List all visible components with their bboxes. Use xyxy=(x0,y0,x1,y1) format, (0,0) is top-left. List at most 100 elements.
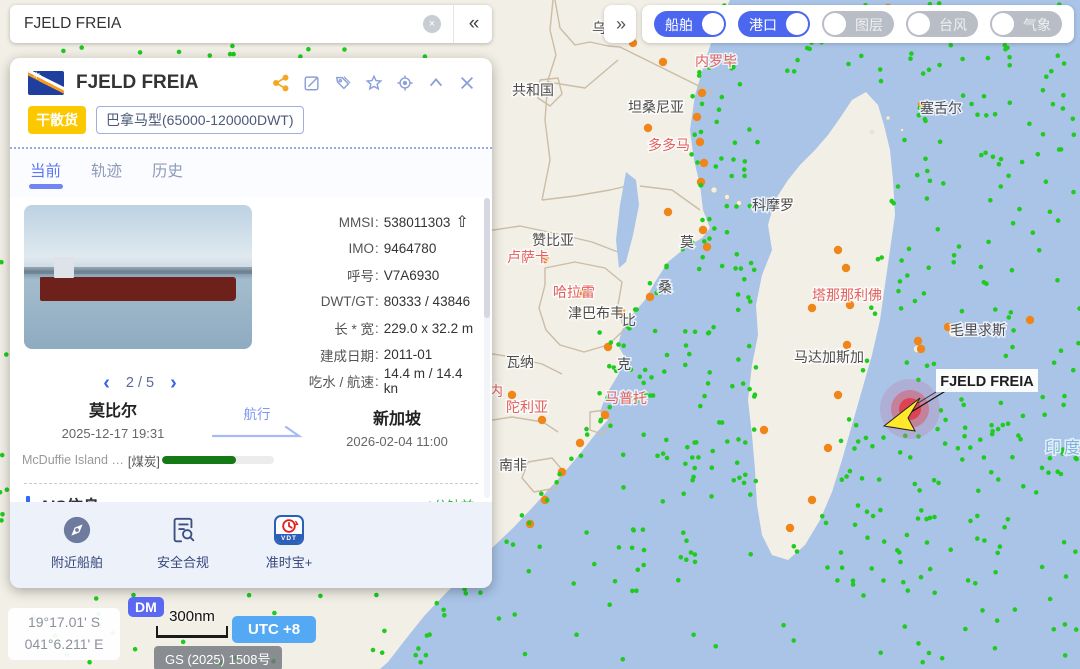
on-time-plus-button[interactable]: VDT 准时宝+ xyxy=(258,515,320,588)
safety-compliance-button[interactable]: 安全合规 xyxy=(152,515,214,588)
expand-toggles-icon[interactable]: » xyxy=(604,5,636,43)
ship-dot xyxy=(976,488,981,494)
panel-scrollbar[interactable] xyxy=(484,198,490,498)
ship-dot xyxy=(698,129,704,135)
ship-dot xyxy=(897,450,903,455)
ship-dot xyxy=(93,596,99,601)
ship-dot xyxy=(912,481,918,487)
coordinate-format-badge[interactable]: DM xyxy=(128,597,164,617)
ship-dot xyxy=(695,160,700,165)
close-icon[interactable] xyxy=(458,74,476,92)
ship-dot xyxy=(983,150,988,156)
timezone-button[interactable]: UTC +8 xyxy=(232,616,317,643)
ship-dot xyxy=(1061,93,1066,98)
ship-dot xyxy=(736,437,741,442)
tab-current[interactable]: 当前 xyxy=(30,159,61,185)
toggle-typhoon[interactable]: 台风 xyxy=(906,11,978,37)
photo-prev-icon[interactable]: ‹ xyxy=(103,373,110,393)
clear-search-icon[interactable]: × xyxy=(423,15,441,33)
ship-dot xyxy=(1007,100,1013,106)
ship-dot xyxy=(137,50,143,55)
ship-dot xyxy=(935,426,940,432)
marshall-islands-flag xyxy=(28,71,64,95)
ship-dot xyxy=(1047,596,1053,602)
ship-dot xyxy=(794,549,800,554)
ship-dot xyxy=(621,485,626,490)
ship-dot xyxy=(847,468,853,474)
scrollbar-thumb[interactable] xyxy=(484,198,490,318)
tag-icon[interactable] xyxy=(334,74,352,92)
ship-dot xyxy=(616,342,621,347)
tab-history[interactable]: 历史 xyxy=(152,159,183,185)
ship-dot xyxy=(664,352,670,358)
ship-dot xyxy=(1002,524,1007,530)
share-icon[interactable] xyxy=(272,74,290,92)
ship-dot xyxy=(719,94,725,100)
ship-dot xyxy=(678,555,684,560)
ship-dot xyxy=(230,43,235,49)
locate-icon[interactable] xyxy=(396,74,414,92)
ship-dot xyxy=(1005,45,1010,51)
ship-dot xyxy=(740,381,746,386)
ship-dot xyxy=(820,513,825,519)
toggle-ships[interactable]: 船舶 xyxy=(654,11,726,37)
ship-dot xyxy=(370,647,376,653)
toggle-weather[interactable]: 气象 xyxy=(990,11,1062,37)
ship-dot xyxy=(597,391,602,396)
ship-dot xyxy=(1058,348,1064,354)
photo-next-icon[interactable]: › xyxy=(170,373,177,393)
ship-dot xyxy=(896,288,901,294)
ship-dot xyxy=(442,612,447,618)
toggle-ports[interactable]: 港口 xyxy=(738,11,810,37)
ship-dot xyxy=(691,632,696,638)
ship-dot xyxy=(850,578,856,583)
city-label: 内罗毕 xyxy=(695,53,737,69)
tab-track[interactable]: 轨迹 xyxy=(91,159,122,185)
ship-dot xyxy=(705,331,711,336)
ship-dot xyxy=(996,161,1002,167)
ship-dot xyxy=(968,445,973,450)
ship-dot xyxy=(683,343,689,348)
ship-dot xyxy=(418,660,424,665)
ship-dot xyxy=(1033,490,1039,495)
ship-dot xyxy=(747,386,752,392)
ship-dot xyxy=(1040,87,1046,93)
nearby-ships-button[interactable]: 附近船舶 xyxy=(46,515,108,588)
ship-dot xyxy=(712,226,717,231)
ship-dot xyxy=(915,172,920,178)
ship-dot xyxy=(1010,454,1015,460)
ship-dot xyxy=(1005,517,1011,522)
ship-dot xyxy=(839,565,845,570)
ship-dot xyxy=(807,46,812,52)
ship-dot xyxy=(961,402,966,408)
search-input[interactable]: FJELD FREIA xyxy=(10,15,423,33)
port-dot xyxy=(695,137,705,147)
ship-dot xyxy=(176,49,182,55)
ship-dot xyxy=(578,453,584,459)
photo-counter: 2 / 5 xyxy=(125,375,155,391)
panel-toolbar: 附近船舶 安全合规 VDT 准时宝+ xyxy=(10,502,492,588)
favorite-star-icon[interactable] xyxy=(365,74,383,92)
ship-photo[interactable] xyxy=(24,205,252,349)
ship-dot xyxy=(696,266,702,272)
ship-dot xyxy=(710,448,715,454)
country-label: 赞比亚 xyxy=(532,232,574,248)
edit-icon[interactable] xyxy=(303,74,321,92)
ship-dot xyxy=(791,544,797,549)
ship-dot xyxy=(734,252,740,257)
ship-dot xyxy=(899,258,904,263)
ship-dot xyxy=(1027,121,1032,127)
ship-dot xyxy=(692,132,697,137)
mmsi-external-icon[interactable]: ⇧ xyxy=(455,212,468,232)
ship-dot xyxy=(692,465,697,471)
departure-port[interactable]: 莫比尔 xyxy=(24,397,202,421)
destination-port[interactable]: 新加坡 xyxy=(312,405,482,429)
country-label: 瓦纳 xyxy=(506,354,534,370)
ship-dot xyxy=(859,53,864,59)
ship-dot xyxy=(995,550,1000,556)
collapse-up-icon[interactable] xyxy=(427,74,445,92)
collapse-panel-icon[interactable]: « xyxy=(454,13,492,35)
port-dot xyxy=(507,390,517,400)
ship-dot xyxy=(998,156,1004,162)
toggle-layers[interactable]: 图层 xyxy=(822,11,894,37)
